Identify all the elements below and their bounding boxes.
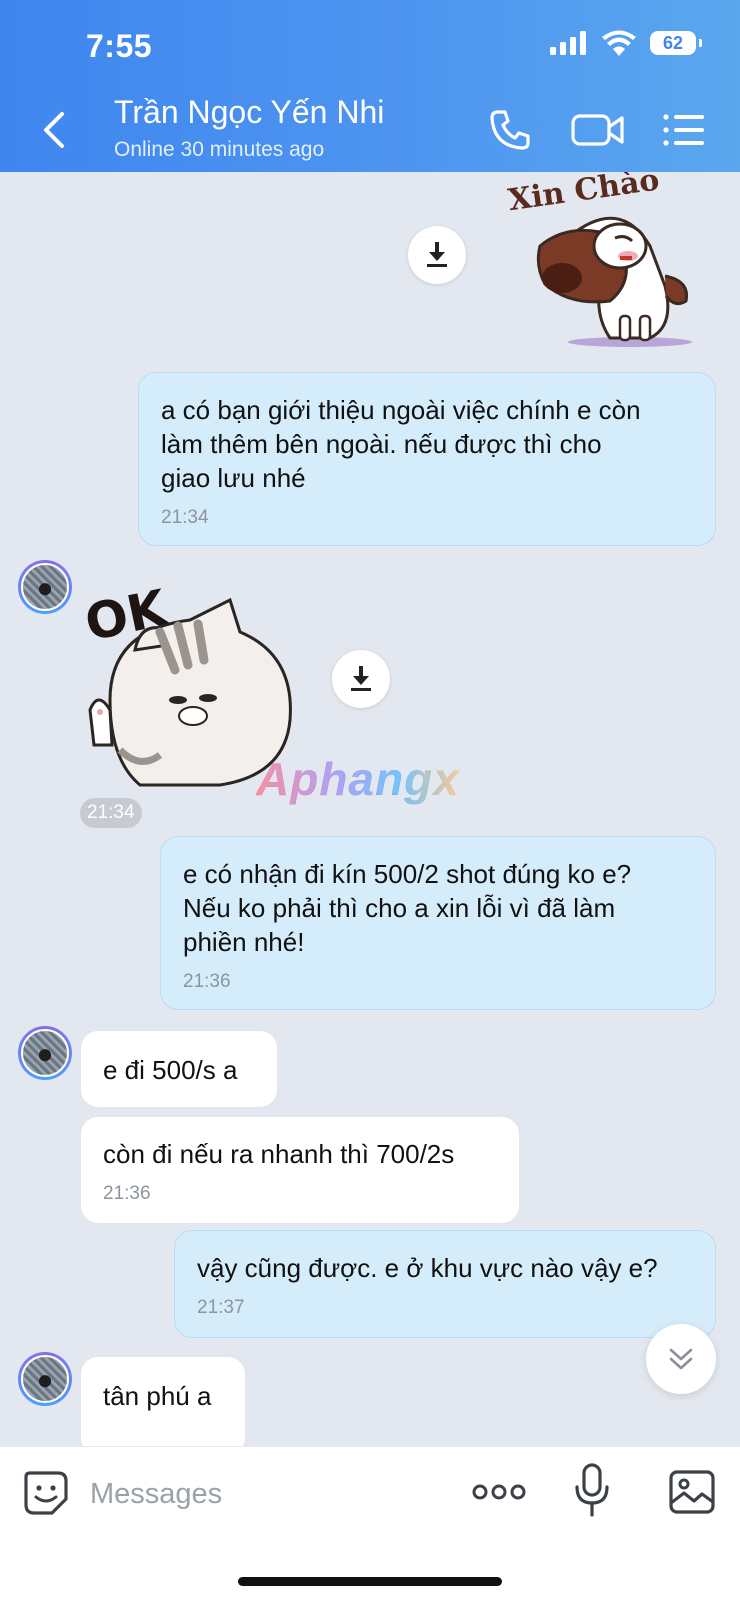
message-text: a có bạn giới thiệu ngoài việc chính e c…	[161, 395, 641, 493]
home-indicator	[238, 1577, 502, 1586]
message-input[interactable]	[88, 1471, 432, 1517]
avatar-image	[21, 1355, 69, 1403]
message-time: 21:37	[197, 1297, 245, 1318]
video-icon	[571, 114, 624, 146]
contact-status: Online 30 minutes ago	[114, 138, 325, 161]
message-bubble-outgoing[interactable]: a có bạn giới thiệu ngoài việc chính e c…	[138, 372, 716, 546]
phone-icon	[490, 110, 530, 150]
chat-header: 7:55 62 Trần Ngọc Yến Nhi Online 30 minu…	[0, 0, 740, 172]
message-bubble-incoming[interactable]: e đi 500/s a	[80, 1030, 278, 1108]
message-bubble-outgoing[interactable]: vậy cũng được. e ở khu vực nào vậy e? 21…	[174, 1230, 716, 1338]
message-time: 21:34	[161, 507, 209, 528]
status-icons: 62	[550, 30, 702, 56]
wifi-icon	[602, 30, 636, 56]
avatar-image	[21, 563, 69, 611]
watermark-logo: Aphangx	[256, 753, 460, 805]
microphone-icon	[575, 1463, 609, 1517]
chat-menu-button[interactable]	[660, 106, 708, 154]
chat-messages[interactable]: Xin Chào a có bạn giới thiệu ngoài việc …	[0, 172, 740, 1446]
message-text: e đi 500/s a	[103, 1055, 238, 1085]
signal-icon	[550, 31, 586, 55]
battery-level: 62	[662, 32, 684, 53]
contact-name[interactable]: Trần Ngọc Yến Nhi	[114, 94, 384, 131]
message-text: e có nhận đi kín 500/2 shot đúng ko e? N…	[183, 859, 632, 957]
call-button[interactable]	[486, 106, 534, 154]
battery-indicator: 62	[650, 31, 702, 55]
dog-sticker-image: Xin Chào	[506, 172, 692, 347]
message-text: còn đi nếu ra nhanh thì 700/2s	[103, 1139, 455, 1169]
message-bubble-incoming[interactable]: tân phú a	[80, 1356, 246, 1446]
back-button[interactable]	[36, 108, 72, 152]
message-text: vậy cũng được. e ở khu vực nào vậy e?	[197, 1253, 658, 1283]
scroll-to-bottom-button[interactable]	[646, 1324, 716, 1394]
more-options-button[interactable]	[472, 1477, 526, 1507]
avatar-image	[21, 1029, 69, 1077]
menu-list-icon	[663, 114, 704, 146]
download-icon	[427, 242, 447, 267]
sticker-time: 21:34	[80, 798, 142, 828]
message-bubble-outgoing[interactable]: e có nhận đi kín 500/2 shot đúng ko e? N…	[160, 836, 716, 1010]
download-icon	[351, 666, 371, 691]
video-call-button[interactable]	[570, 106, 626, 154]
status-time: 7:55	[86, 28, 153, 64]
contact-avatar[interactable]	[18, 1026, 72, 1080]
download-sticker-button[interactable]	[408, 226, 466, 284]
sticker-emoji-icon	[24, 1471, 68, 1515]
send-image-button[interactable]	[668, 1469, 716, 1515]
image-gallery-icon	[669, 1470, 715, 1514]
message-bubble-incoming[interactable]: còn đi nếu ra nhanh thì 700/2s 21:36	[80, 1116, 520, 1224]
voice-message-button[interactable]	[574, 1463, 610, 1519]
dog-xin-chao-sticker[interactable]: Xin Chào	[500, 172, 720, 356]
download-sticker-button[interactable]	[332, 650, 390, 708]
contact-avatar[interactable]	[18, 1352, 72, 1406]
double-chevron-down-icon	[669, 1348, 693, 1370]
message-text: tân phú a	[103, 1381, 212, 1411]
more-dots-icon	[472, 1484, 526, 1500]
contact-avatar[interactable]	[18, 560, 72, 614]
message-time: 21:36	[183, 971, 231, 992]
message-time: 21:36	[103, 1183, 151, 1204]
emoji-button[interactable]	[22, 1469, 70, 1517]
message-composer	[0, 1446, 740, 1600]
back-icon	[44, 112, 64, 148]
sticker-caption: Xin Chào	[506, 172, 661, 218]
